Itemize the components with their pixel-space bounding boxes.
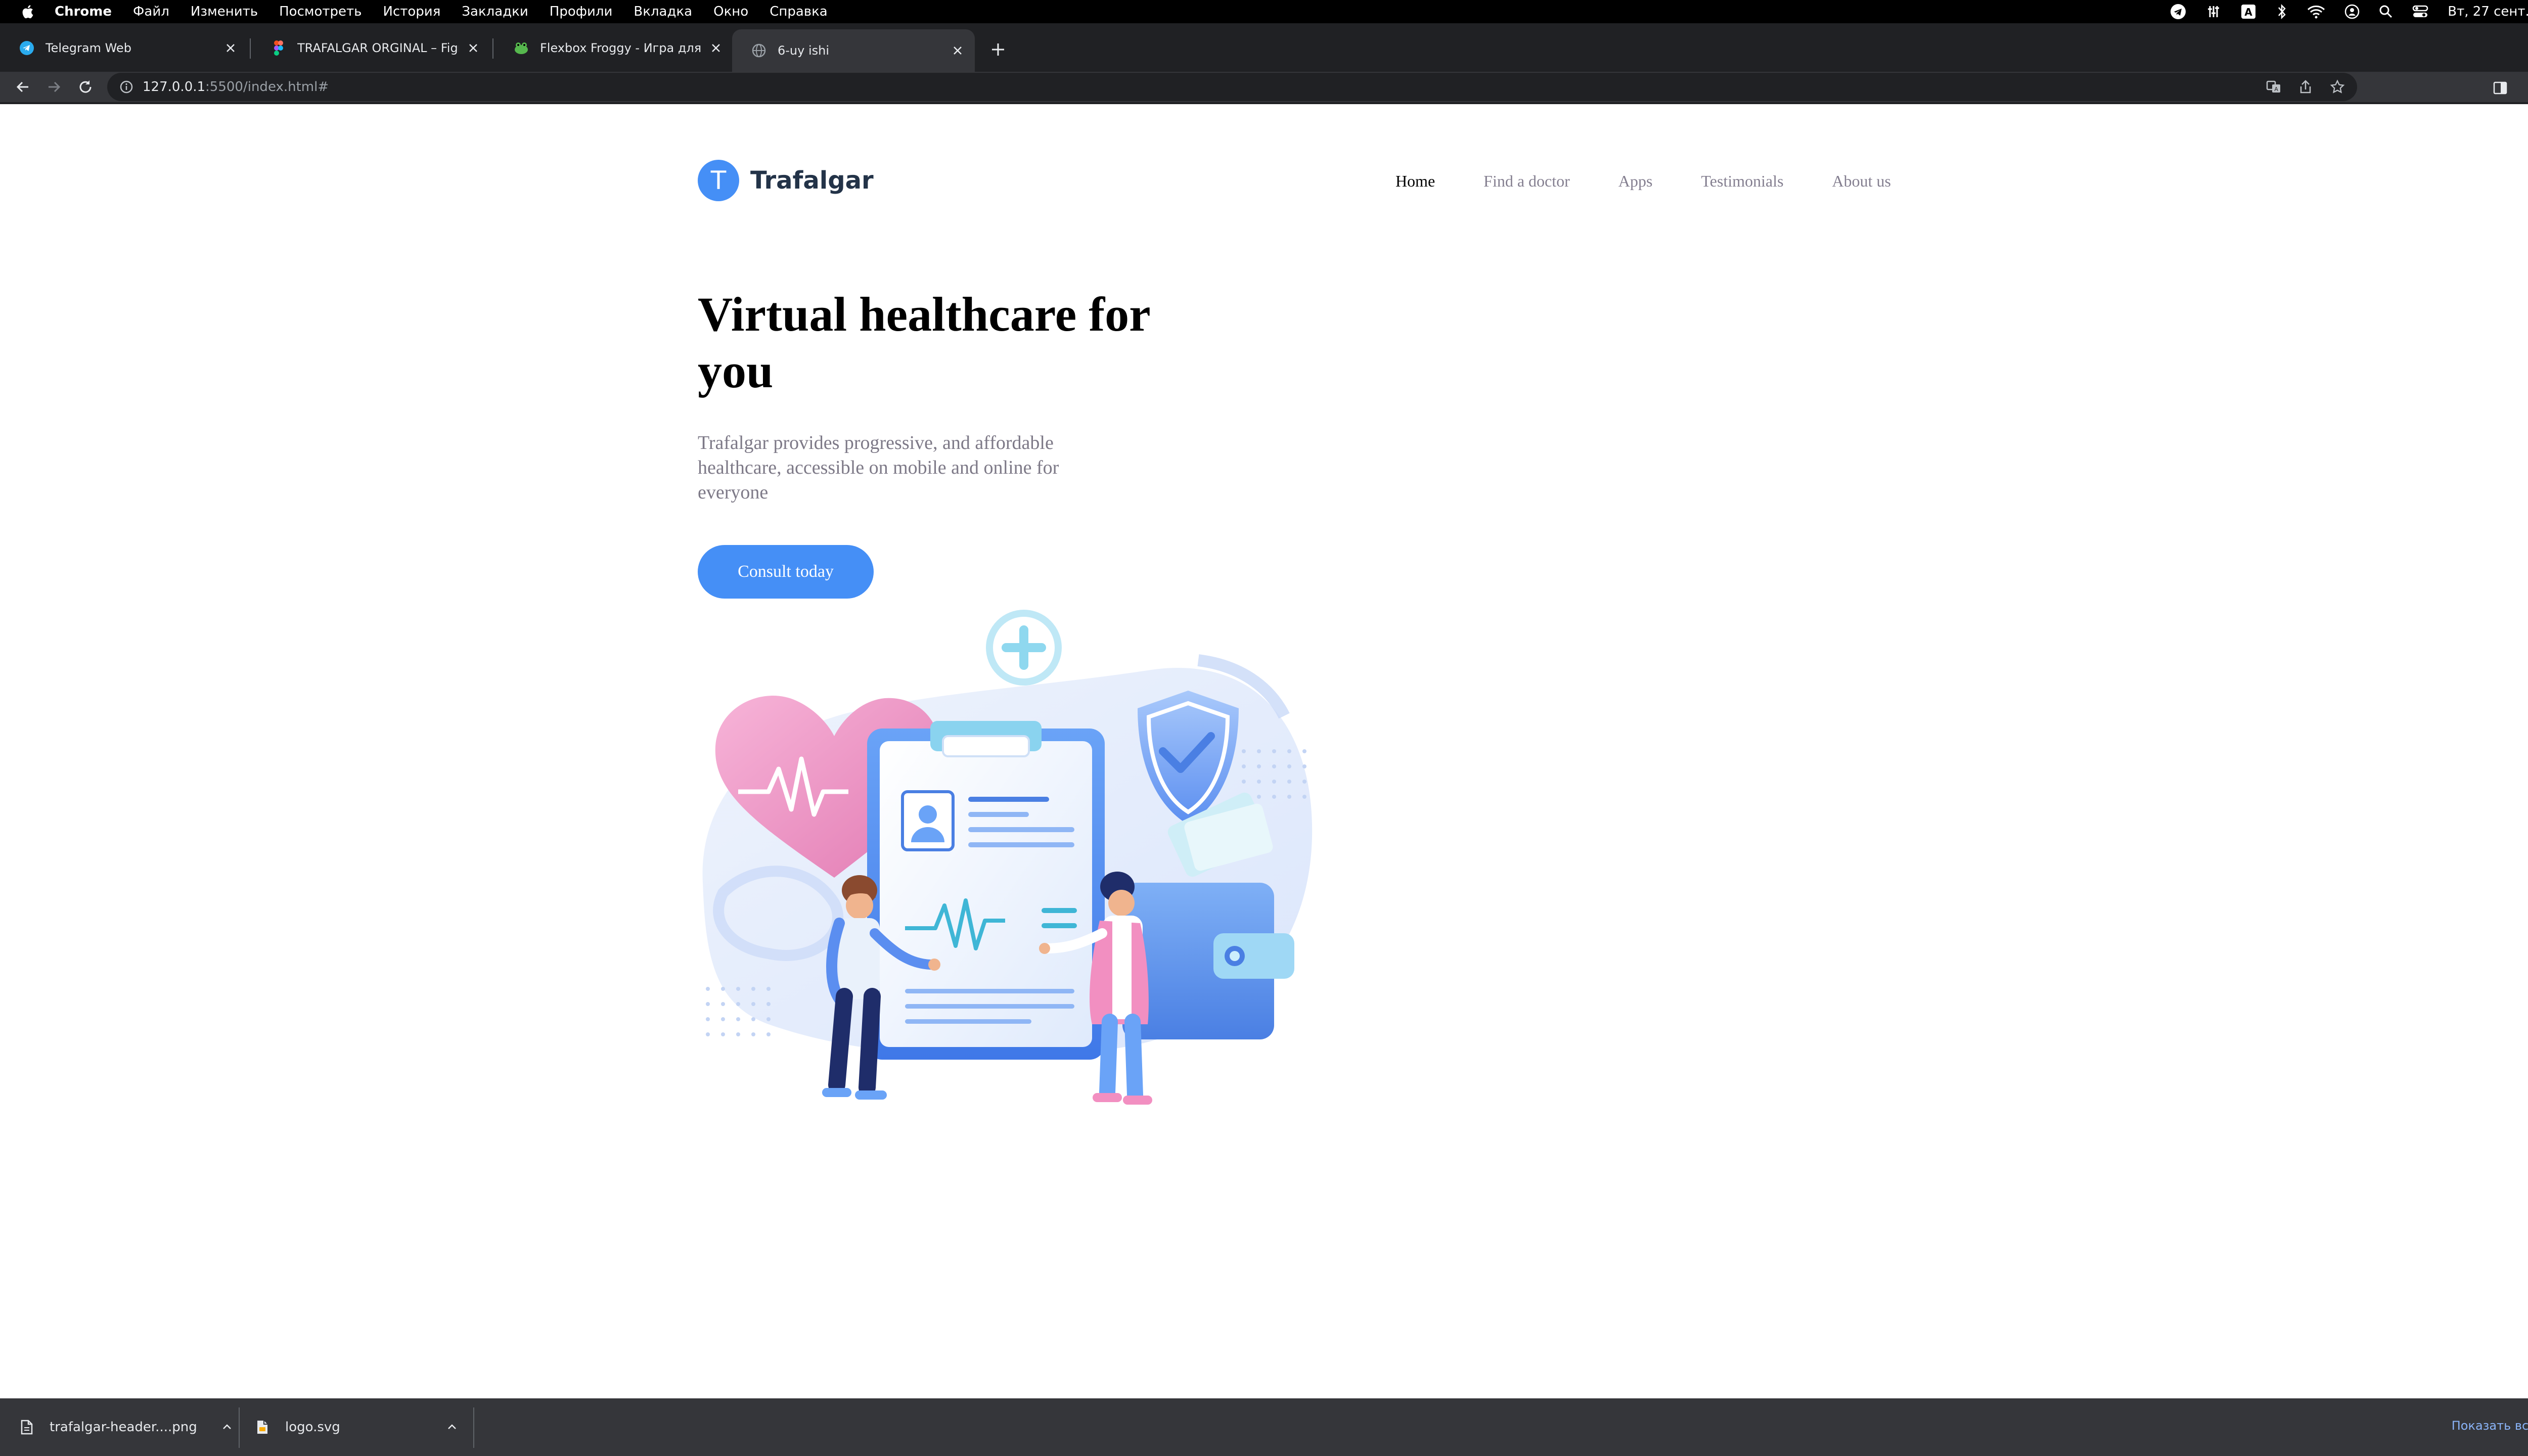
chevron-up-icon[interactable] [221, 1422, 233, 1433]
bookmark-star-icon[interactable] [2330, 79, 2345, 95]
telegram-icon [20, 41, 34, 55]
download-separator [239, 1407, 240, 1448]
address-bar[interactable]: 127.0.0.1:5500/index.html# A [107, 73, 2357, 101]
svg-file-icon [257, 1421, 267, 1434]
tab-title: 6-uy ishi [778, 43, 830, 58]
brand-name: Trafalgar [750, 166, 874, 195]
download-filename: trafalgar-header....png [50, 1420, 197, 1435]
download-filename: logo.svg [285, 1420, 340, 1435]
menu-bookmarks[interactable]: Закладки [462, 4, 528, 19]
tab-6-uy-ishi[interactable]: 6-uy ishi [732, 29, 975, 72]
url-text[interactable]: 127.0.0.1:5500/index.html# [143, 79, 329, 95]
control-center-icon[interactable] [2412, 5, 2428, 19]
consult-today-button[interactable]: Consult today [698, 545, 874, 599]
download-item[interactable]: trafalgar-header....png [20, 1398, 233, 1456]
menubar-status-area: A Вт, 27 сент. 16:11 [2170, 3, 2528, 20]
input-source-icon[interactable]: A [2240, 4, 2256, 20]
globe-icon [752, 43, 766, 58]
url-host: 127.0.0.1 [143, 79, 206, 95]
tab-separator [492, 38, 493, 59]
tab-telegram[interactable]: Telegram Web [0, 30, 248, 66]
menubar-clock[interactable]: Вт, 27 сент. 16:11 [2448, 4, 2528, 19]
user-account-icon[interactable] [2344, 4, 2360, 19]
menu-file[interactable]: Файл [133, 4, 169, 19]
figma-icon [274, 40, 283, 56]
new-tab-plus-icon[interactable] [990, 41, 1006, 58]
forward-arrow-icon[interactable] [46, 78, 63, 96]
network-tools-icon[interactable] [2206, 4, 2221, 19]
browser-toolbar: 127.0.0.1:5500/index.html# A F [0, 72, 2528, 102]
reload-icon[interactable] [77, 78, 94, 96]
menu-tab[interactable]: Вкладка [634, 4, 692, 19]
close-icon[interactable] [952, 44, 964, 57]
tab-title: Telegram Web [46, 41, 131, 55]
site-info-icon[interactable] [119, 80, 133, 94]
hero-title: Virtual healthcare for you [698, 287, 1150, 398]
site-logo[interactable]: T Trafalgar [698, 160, 874, 201]
wifi-icon[interactable] [2307, 5, 2325, 19]
browser-tab-strip: Telegram Web TRAFALGAR ORGINAL – Figma F… [0, 23, 2528, 72]
menu-window[interactable]: Окно [713, 4, 748, 19]
tab-separator [250, 38, 251, 59]
menu-profiles[interactable]: Профили [550, 4, 613, 19]
site-navigation: Home Find a doctor Apps Testimonials Abo… [1347, 172, 1891, 191]
telegram-status-icon[interactable] [2170, 3, 2187, 20]
nav-testimonials[interactable]: Testimonials [1701, 172, 1783, 191]
url-path: :5500/index.html# [205, 79, 329, 95]
webpage-viewport: T Trafalgar Home Find a doctor Apps Test… [0, 104, 2528, 1398]
tab-title: Flexbox Froggy - Игра для изу [540, 41, 702, 55]
froggy-icon [515, 42, 528, 54]
apple-logo-icon[interactable] [20, 4, 34, 19]
menu-edit[interactable]: Изменить [191, 4, 258, 19]
close-icon[interactable] [224, 42, 237, 54]
hero-healthcare-illustration [702, 610, 1313, 1105]
close-icon[interactable] [710, 42, 722, 54]
chevron-up-icon[interactable] [446, 1422, 458, 1433]
file-icon [21, 1420, 33, 1435]
share-icon[interactable] [2298, 79, 2313, 95]
download-separator [473, 1407, 474, 1448]
nav-about-us[interactable]: About us [1832, 172, 1891, 191]
nav-apps[interactable]: Apps [1618, 172, 1653, 191]
close-icon[interactable] [467, 42, 479, 54]
svg-text:A: A [2244, 6, 2252, 18]
menu-app-name[interactable]: Chrome [55, 4, 112, 19]
menu-help[interactable]: Справка [770, 4, 828, 19]
back-arrow-icon[interactable] [14, 78, 31, 96]
logo-mark: T [698, 160, 739, 201]
svg-text:A: A [2274, 86, 2278, 93]
menu-view[interactable]: Посмотреть [279, 4, 362, 19]
show-all-downloads-link[interactable]: Показать все [2452, 1419, 2528, 1433]
spotlight-search-icon[interactable] [2379, 5, 2393, 19]
toolbar-right-actions: F [2493, 78, 2528, 98]
nav-find-a-doctor[interactable]: Find a doctor [1483, 172, 1570, 191]
menu-history[interactable]: История [383, 4, 441, 19]
translate-icon[interactable]: A [2266, 79, 2281, 95]
tab-flexbox-froggy[interactable]: Flexbox Froggy - Игра для изу [494, 30, 733, 66]
download-item[interactable]: logo.svg [256, 1398, 458, 1456]
hero-subtitle: Trafalgar provides progressive, and affo… [698, 432, 1059, 503]
downloads-bar: trafalgar-header....png logo.svg Показат… [0, 1398, 2528, 1456]
macos-menu-bar: Chrome Файл Изменить Посмотреть История … [0, 0, 2528, 23]
omnibox-actions: A [2266, 79, 2345, 95]
side-panel-icon[interactable] [2493, 80, 2508, 96]
tab-figma[interactable]: TRAFALGAR ORGINAL – Figma [252, 30, 490, 66]
tab-title: TRAFALGAR ORGINAL – Figma [297, 41, 459, 55]
nav-home[interactable]: Home [1395, 172, 1435, 191]
bluetooth-icon[interactable] [2276, 4, 2288, 20]
